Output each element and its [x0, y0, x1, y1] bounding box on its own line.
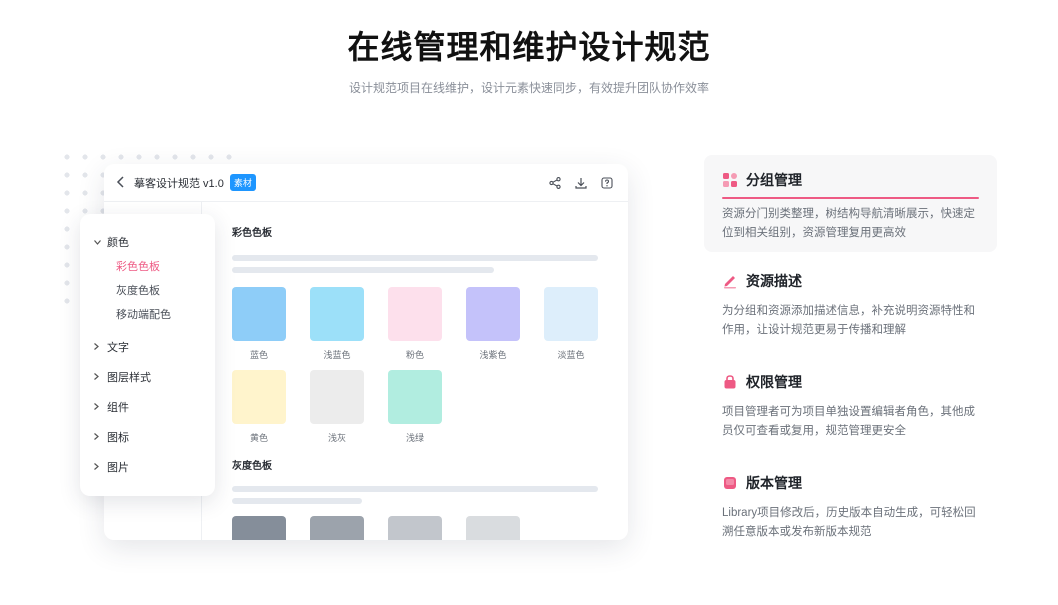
color-swatch[interactable]: [388, 516, 442, 540]
version-icon: [722, 475, 738, 491]
pencil-icon: [722, 273, 738, 289]
page-title: 在线管理和维护设计规范: [347, 29, 711, 65]
tree-item-label: 组件: [107, 402, 129, 414]
feature-item[interactable]: 分组管理资源分门别类整理，树结构导航清晰展示，快速定位到相关组别，资源管理复用更…: [704, 155, 997, 252]
download-icon[interactable]: [574, 176, 588, 190]
color-swatch[interactable]: 蓝色: [232, 287, 286, 360]
swatch-chip: [310, 370, 364, 424]
chevron-down-icon: [94, 238, 107, 247]
tree-item-label: 图标: [107, 432, 129, 444]
tree-item-colors[interactable]: 颜色: [80, 230, 215, 254]
swatch-chip: [466, 516, 520, 540]
lock-icon: [722, 374, 738, 390]
color-swatch[interactable]: [310, 516, 364, 540]
tree-item[interactable]: 文字: [80, 332, 215, 362]
color-swatch[interactable]: 淡蓝色: [544, 287, 598, 360]
feature-title: 版本管理: [746, 475, 802, 491]
tree-children: 彩色色板 灰度色板 移动端配色: [80, 254, 215, 326]
tree-collapsed-items: 文字图层样式组件图标图片: [80, 332, 215, 482]
swatch-chip: [232, 287, 286, 341]
color-swatch[interactable]: 浅蓝色: [310, 287, 364, 360]
swatch-chip: [310, 287, 364, 341]
tree-item-label: 文字: [107, 342, 129, 354]
color-swatch[interactable]: 浅灰: [310, 370, 364, 443]
chevron-right-icon: [94, 342, 107, 352]
color-swatch[interactable]: [232, 516, 286, 540]
chevron-left-icon[interactable]: [116, 175, 126, 191]
feature-description: 资源分门别类整理，树结构导航清晰展示，快速定位到相关组别，资源管理复用更高效: [722, 208, 975, 239]
tree-item-label: 图片: [107, 462, 129, 474]
feature-description: 为分组和资源添加描述信息，补充说明资源特性和作用，让设计规范更易于传播和理解: [722, 305, 975, 336]
feature-list: 分组管理资源分门别类整理，树结构导航清晰展示，快速定位到相关组别，资源管理复用更…: [704, 155, 997, 559]
swatch-label: 黄色: [249, 433, 268, 443]
share-icon[interactable]: [548, 176, 562, 190]
swatch-chip: [466, 287, 520, 341]
feature-header: 版本管理: [722, 472, 979, 494]
swatch-chip: [544, 287, 598, 341]
feature-header: 资源描述: [722, 270, 979, 292]
placeholder-bar: [232, 486, 598, 492]
tree-item-label: 图层样式: [107, 372, 151, 384]
feature-description: 项目管理者可为项目单独设置编辑者角色，其他成员仅可查看或复用，规范管理更安全: [722, 406, 975, 437]
chevron-right-icon: [94, 372, 107, 382]
tree-item[interactable]: 图标: [80, 422, 215, 452]
tree-subitem[interactable]: 彩色色板: [80, 254, 215, 278]
color-swatch[interactable]: 粉色: [388, 287, 442, 360]
grid-icon: [722, 172, 738, 188]
swatch-chip: [232, 370, 286, 424]
placeholder-bar: [232, 498, 362, 504]
swatch-chip: [388, 287, 442, 341]
feature-item[interactable]: 权限管理项目管理者可为项目单独设置编辑者角色，其他成员仅可查看或复用，规范管理更…: [704, 357, 997, 454]
gray-palette-heading: 灰度色板: [232, 461, 272, 472]
feature-title: 资源描述: [746, 273, 802, 289]
swatch-chip: [232, 516, 286, 540]
swatch-label: 浅蓝色: [323, 350, 351, 360]
color-swatch[interactable]: 浅紫色: [466, 287, 520, 360]
gray-swatch-grid: [232, 516, 604, 540]
feature-item[interactable]: 资源描述为分组和资源添加描述信息，补充说明资源特性和作用，让设计规范更易于传播和…: [704, 256, 997, 353]
tree-item[interactable]: 组件: [80, 392, 215, 422]
color-swatch-grid: 蓝色 浅蓝色 粉色 浅紫色 淡蓝色黄色 浅灰 浅绿: [232, 287, 604, 443]
feature-header: 权限管理: [722, 371, 979, 393]
chevron-right-icon: [94, 462, 107, 472]
tree-subitem[interactable]: 灰度色板: [80, 278, 215, 302]
feature-title: 分组管理: [746, 172, 802, 188]
swatch-label: 浅紫色: [479, 350, 507, 360]
material-badge: 素材: [229, 174, 256, 191]
color-swatch[interactable]: 黄色: [232, 370, 286, 443]
category-tree: 颜色 彩色色板 灰度色板 移动端配色 文字图层样式组件图标图片: [80, 214, 215, 496]
page-subtitle: 设计规范项目在线维护，设计元素快速同步，有效提升团队协作效率: [348, 81, 709, 95]
window-title: 摹客设计规范 v1.0: [134, 177, 224, 190]
chevron-right-icon: [94, 432, 107, 442]
swatch-label: 浅绿: [405, 433, 424, 443]
chevron-right-icon: [94, 402, 107, 412]
feature-title: 权限管理: [746, 374, 802, 390]
swatch-label: 粉色: [405, 350, 424, 360]
placeholder-bar: [232, 267, 494, 273]
placeholder-bar: [232, 255, 598, 261]
tree-item-label: 颜色: [107, 237, 129, 249]
swatch-chip: [310, 516, 364, 540]
palette-content: 彩色色板 蓝色 浅蓝色 粉色 浅紫色 淡蓝色黄色 浅灰 浅绿 灰度色板: [232, 224, 604, 540]
color-swatch[interactable]: [466, 516, 520, 540]
tree-subitem[interactable]: 移动端配色: [80, 302, 215, 326]
swatch-label: 蓝色: [249, 350, 268, 360]
color-palette-heading: 彩色色板: [232, 228, 272, 239]
swatch-label: 浅灰: [327, 433, 346, 443]
feature-header: 分组管理: [722, 169, 979, 191]
window-header: 摹客设计规范 v1.0 素材: [104, 164, 628, 202]
feature-description: Library项目修改后，历史版本自动生成，可轻松回溯任意版本或发布新版本规范: [722, 507, 976, 538]
tree-item[interactable]: 图层样式: [80, 362, 215, 392]
active-underline: [722, 197, 979, 199]
swatch-label: 淡蓝色: [557, 350, 585, 360]
swatch-chip: [388, 516, 442, 540]
feature-item[interactable]: 版本管理 Library项目修改后，历史版本自动生成，可轻松回溯任意版本或发布新版…: [704, 458, 997, 555]
swatch-chip: [388, 370, 442, 424]
help-icon[interactable]: [600, 176, 614, 190]
window-actions: [548, 176, 614, 190]
color-swatch[interactable]: 浅绿: [388, 370, 442, 443]
tree-item[interactable]: 图片: [80, 452, 215, 482]
